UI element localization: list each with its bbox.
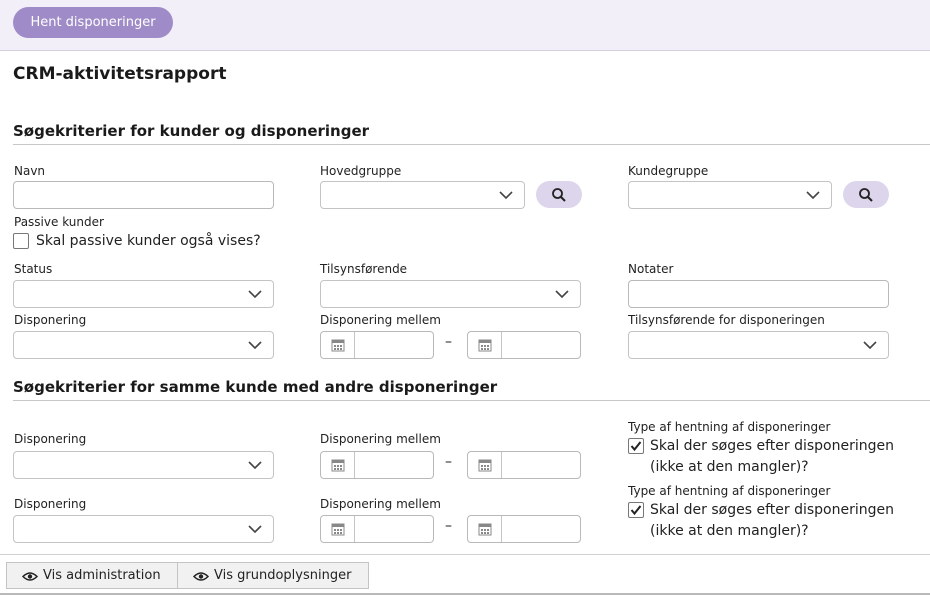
status-label: Status [14,262,53,276]
date-from-input[interactable] [320,451,434,479]
hovedgruppe-label: Hovedgruppe [320,164,402,178]
date-to-input[interactable] [467,451,581,479]
passive-checkbox-label: Skal passive kunder også vises? [36,233,261,249]
disponering-mellem-label: Disponering mellem [320,432,441,446]
hovedgruppe-select[interactable] [320,181,525,209]
range-separator: – [445,518,452,534]
chevron-down-icon [806,191,820,200]
notater-input[interactable] [628,280,889,308]
vis-administration-label: Vis administration [43,568,161,583]
disponering-mellem-label: Disponering mellem [320,497,441,511]
vis-grundoplysninger-label: Vis grundoplysninger [214,568,352,583]
vis-administration-button[interactable]: Vis administration [6,562,178,589]
chevron-down-icon [248,525,262,534]
tilsyn-disp-label: Tilsynsførende for disponeringen [628,313,825,327]
calendar-button[interactable] [468,516,502,542]
chevron-down-icon [248,290,262,299]
checkbox-label-line1: Skal der søges efter disponeringen [650,502,894,518]
checkbox-label-line2: (ikke at den mangler)? [650,523,809,539]
calendar-icon [478,339,492,352]
vis-grundoplysninger-button[interactable]: Vis grundoplysninger [177,562,369,589]
calendar-icon [478,459,492,472]
disponering-select[interactable] [13,515,274,543]
kundegruppe-search-button[interactable] [843,181,889,208]
range-separator: – [445,454,452,470]
tilsyn-label: Tilsynsførende [320,262,408,276]
chevron-down-icon [248,461,262,470]
navn-input[interactable] [13,181,274,209]
notater-label: Notater [628,262,674,276]
chevron-down-icon [555,290,569,299]
chevron-down-icon [248,341,262,350]
checkbox-label-line2: (ikke at den mangler)? [650,459,809,475]
calendar-button[interactable] [468,332,502,358]
check-icon [630,505,642,516]
disponering-mellem-label: Disponering mellem [320,313,441,327]
eye-icon [22,572,38,581]
disponering-select[interactable] [13,451,274,479]
section-title-customers: Søgekriterier for kunder og disponeringe… [13,122,370,140]
status-select[interactable] [13,280,274,308]
date-from-input[interactable] [320,331,434,359]
section-divider [13,400,930,401]
date-to-input[interactable] [467,331,581,359]
checkbox-label-line1: Skal der søges efter disponeringen [650,438,894,454]
calendar-icon [331,459,345,472]
page-title: CRM-aktivitetsrapport [13,64,227,84]
date-from-input[interactable] [320,515,434,543]
tilsyn-disp-select[interactable] [628,331,889,359]
search-disposition-checkbox[interactable] [628,502,644,518]
calendar-icon [331,523,345,536]
kundegruppe-label: Kundegruppe [628,164,709,178]
chevron-down-icon [863,341,877,350]
section-title-same-customer: Søgekriterier for samme kunde med andre … [13,378,498,396]
disponering-label: Disponering [14,497,87,511]
date-to-input[interactable] [467,515,581,543]
search-icon [552,188,566,202]
calendar-icon [478,523,492,536]
kundegruppe-select[interactable] [628,181,832,209]
type-label: Type af hentning af disponeringer [628,420,831,434]
hovedgruppe-search-button[interactable] [536,181,582,208]
check-icon [630,441,642,452]
calendar-icon [331,339,345,352]
calendar-button[interactable] [468,452,502,478]
disponering-label: Disponering [14,432,87,446]
navn-label: Navn [14,164,46,178]
calendar-button[interactable] [321,452,355,478]
eye-icon [193,572,209,581]
type-label: Type af hentning af disponeringer [628,484,831,498]
passive-label: Passive kunder [14,215,104,229]
fetch-dispositions-button[interactable]: Hent disponeringer [13,7,173,38]
search-disposition-checkbox[interactable] [628,438,644,454]
section-divider [13,144,930,145]
disponering-label: Disponering [14,313,87,327]
passive-checkbox[interactable] [13,233,29,249]
calendar-button[interactable] [321,332,355,358]
calendar-button[interactable] [321,516,355,542]
search-icon [859,188,873,202]
range-separator: – [445,334,452,350]
chevron-down-icon [499,191,513,200]
disponering-select[interactable] [13,331,274,359]
top-toolbar: Hent disponeringer [0,0,930,51]
tilsyn-select[interactable] [320,280,581,308]
footer-bar: Vis administration Vis grundoplysninger [0,554,930,595]
